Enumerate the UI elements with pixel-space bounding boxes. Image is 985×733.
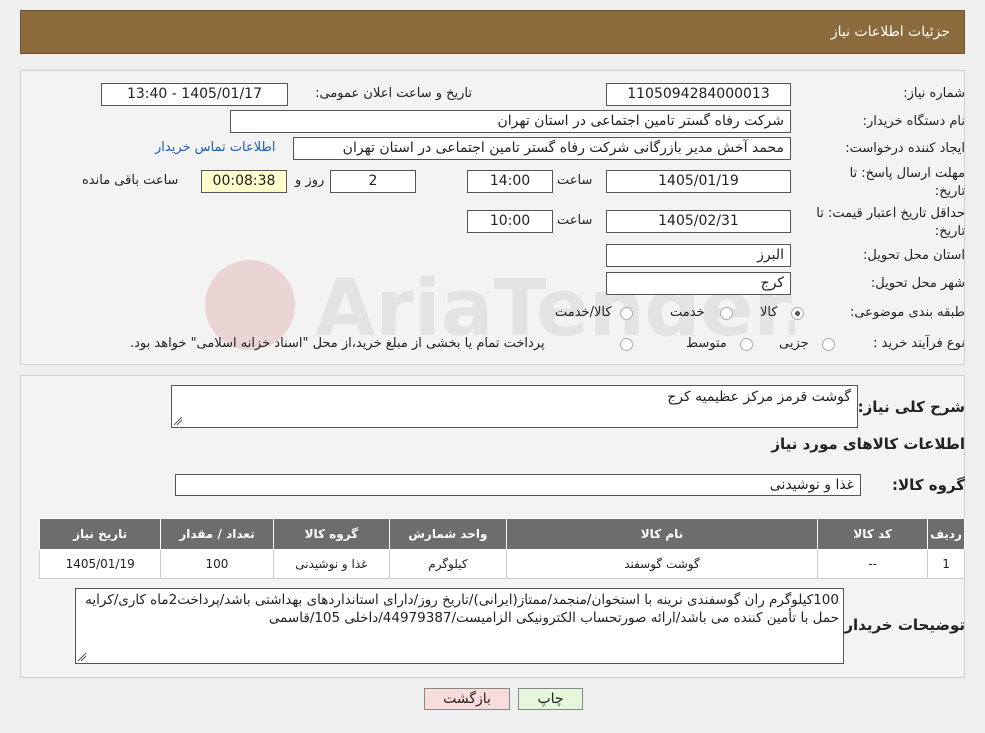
process-radio-medium[interactable]	[740, 338, 753, 351]
category-option-goods-service: کالا/خدمت	[555, 305, 612, 320]
validity-time-field: 10:00	[467, 210, 553, 233]
category-radio-goods-service[interactable]	[620, 307, 633, 320]
validity-label: حداقل تاریخ اعتبار قیمت: تا	[816, 206, 965, 221]
deadline-label: مهلت ارسال پاسخ: تا	[849, 166, 965, 181]
contact-buyer-link[interactable]: اطلاعات تماس خریدار	[155, 140, 275, 155]
cell-group: غذا و نوشیدنی	[272, 549, 391, 579]
creator-label: ایجاد کننده درخواست:	[845, 141, 965, 156]
buyer-notes-text: 100کیلوگرم ران گوسفندی نرینه با استخوان/…	[85, 592, 839, 626]
category-radio-goods[interactable]	[791, 307, 804, 320]
buyer-org-label: نام دستگاه خریدار:	[862, 114, 965, 129]
cell-code: --	[817, 549, 929, 579]
process-radio-treasury[interactable]	[620, 338, 633, 351]
validity-time-label: ساعت	[557, 213, 593, 228]
process-option-medium: متوسط	[686, 336, 727, 351]
deadline-time-field: 14:00	[467, 170, 553, 193]
need-number-field: 1105094284000013	[606, 83, 791, 106]
goods-group-field: غذا و نوشیدنی	[175, 474, 861, 496]
col-row: ردیف	[927, 518, 965, 550]
validity-date-field: 1405/02/31	[606, 210, 791, 233]
col-unit: واحد شمارش	[389, 518, 507, 550]
col-group: گروه کالا	[272, 518, 391, 550]
table-header-row: ردیف کد کالا نام کالا واحد شمارش گروه کا…	[38, 518, 965, 550]
announce-label: تاریخ و ساعت اعلان عمومی:	[315, 86, 472, 101]
buyer-notes-label: توضیحات خریدار:	[838, 616, 965, 634]
deadline-time-label: ساعت	[557, 173, 593, 188]
province-label: استان محل تحویل:	[863, 248, 965, 263]
category-option-goods: کالا	[760, 305, 778, 320]
process-label: نوع فرآیند خرید :	[873, 336, 965, 351]
buyer-org-field: شرکت رفاه گستر تامین اجتماعی در استان ته…	[230, 110, 791, 133]
goods-info-title: اطلاعات کالاهای مورد نیاز	[771, 435, 965, 453]
page-title: جزئیات اطلاعات نیاز	[830, 24, 950, 40]
summary-field: گوشت قرمز مرکز عظیمیه کرج	[171, 385, 858, 428]
summary-label: شرح کلی نیاز:	[857, 398, 965, 416]
resize-handle-icon[interactable]	[174, 417, 182, 425]
print-button[interactable]: چاپ	[518, 688, 583, 710]
goods-group-label: گروه کالا:	[892, 476, 965, 494]
process-option-minor: جزیی	[779, 336, 809, 351]
cell-unit: کیلوگرم	[389, 549, 507, 579]
deadline-label-2: تاریخ:	[934, 184, 965, 199]
back-button[interactable]: بازگشت	[424, 688, 510, 710]
announce-field: 1405/01/17 - 13:40	[101, 83, 288, 106]
process-radio-minor[interactable]	[822, 338, 835, 351]
days-label: روز و	[295, 173, 325, 188]
resize-handle-icon[interactable]	[78, 653, 86, 661]
city-field: کرج	[606, 272, 791, 295]
cell-name: گوشت گوسفند	[505, 549, 819, 579]
process-note: پرداخت تمام یا بخشی از مبلغ خرید،از محل …	[130, 336, 545, 351]
cell-row: 1	[927, 549, 965, 579]
cell-date: 1405/01/19	[38, 549, 162, 579]
cell-quantity: 100	[160, 549, 274, 579]
col-code: کد کالا	[817, 518, 929, 550]
col-quantity: تعداد / مقدار	[160, 518, 274, 550]
creator-field: محمد آخش مدیر بازرگانی شرکت رفاه گستر تا…	[293, 137, 791, 160]
summary-text: گوشت قرمز مرکز عظیمیه کرج	[667, 389, 851, 405]
category-radio-service[interactable]	[720, 307, 733, 320]
category-option-service: خدمت	[670, 305, 705, 320]
goods-table: ردیف کد کالا نام کالا واحد شمارش گروه کا…	[38, 518, 965, 579]
col-name: نام کالا	[505, 518, 819, 550]
page-header: جزئیات اطلاعات نیاز	[20, 10, 965, 54]
col-date: تاریخ نیاز	[38, 518, 162, 550]
remaining-label: ساعت باقی مانده	[82, 173, 179, 188]
need-number-label: شماره نیاز:	[903, 86, 965, 101]
category-label: طبقه بندی موضوعی:	[849, 305, 965, 320]
table-row[interactable]: 1 -- گوشت گوسفند کیلوگرم غذا و نوشیدنی 1…	[38, 549, 965, 579]
validity-label-2: تاریخ:	[934, 224, 965, 239]
deadline-date-field: 1405/01/19	[606, 170, 791, 193]
remaining-time-field: 00:08:38	[201, 170, 287, 193]
province-field: البرز	[606, 244, 791, 267]
buyer-notes-field: 100کیلوگرم ران گوسفندی نرینه با استخوان/…	[75, 588, 844, 664]
city-label: شهر محل تحویل:	[870, 276, 965, 291]
days-field: 2	[330, 170, 416, 193]
